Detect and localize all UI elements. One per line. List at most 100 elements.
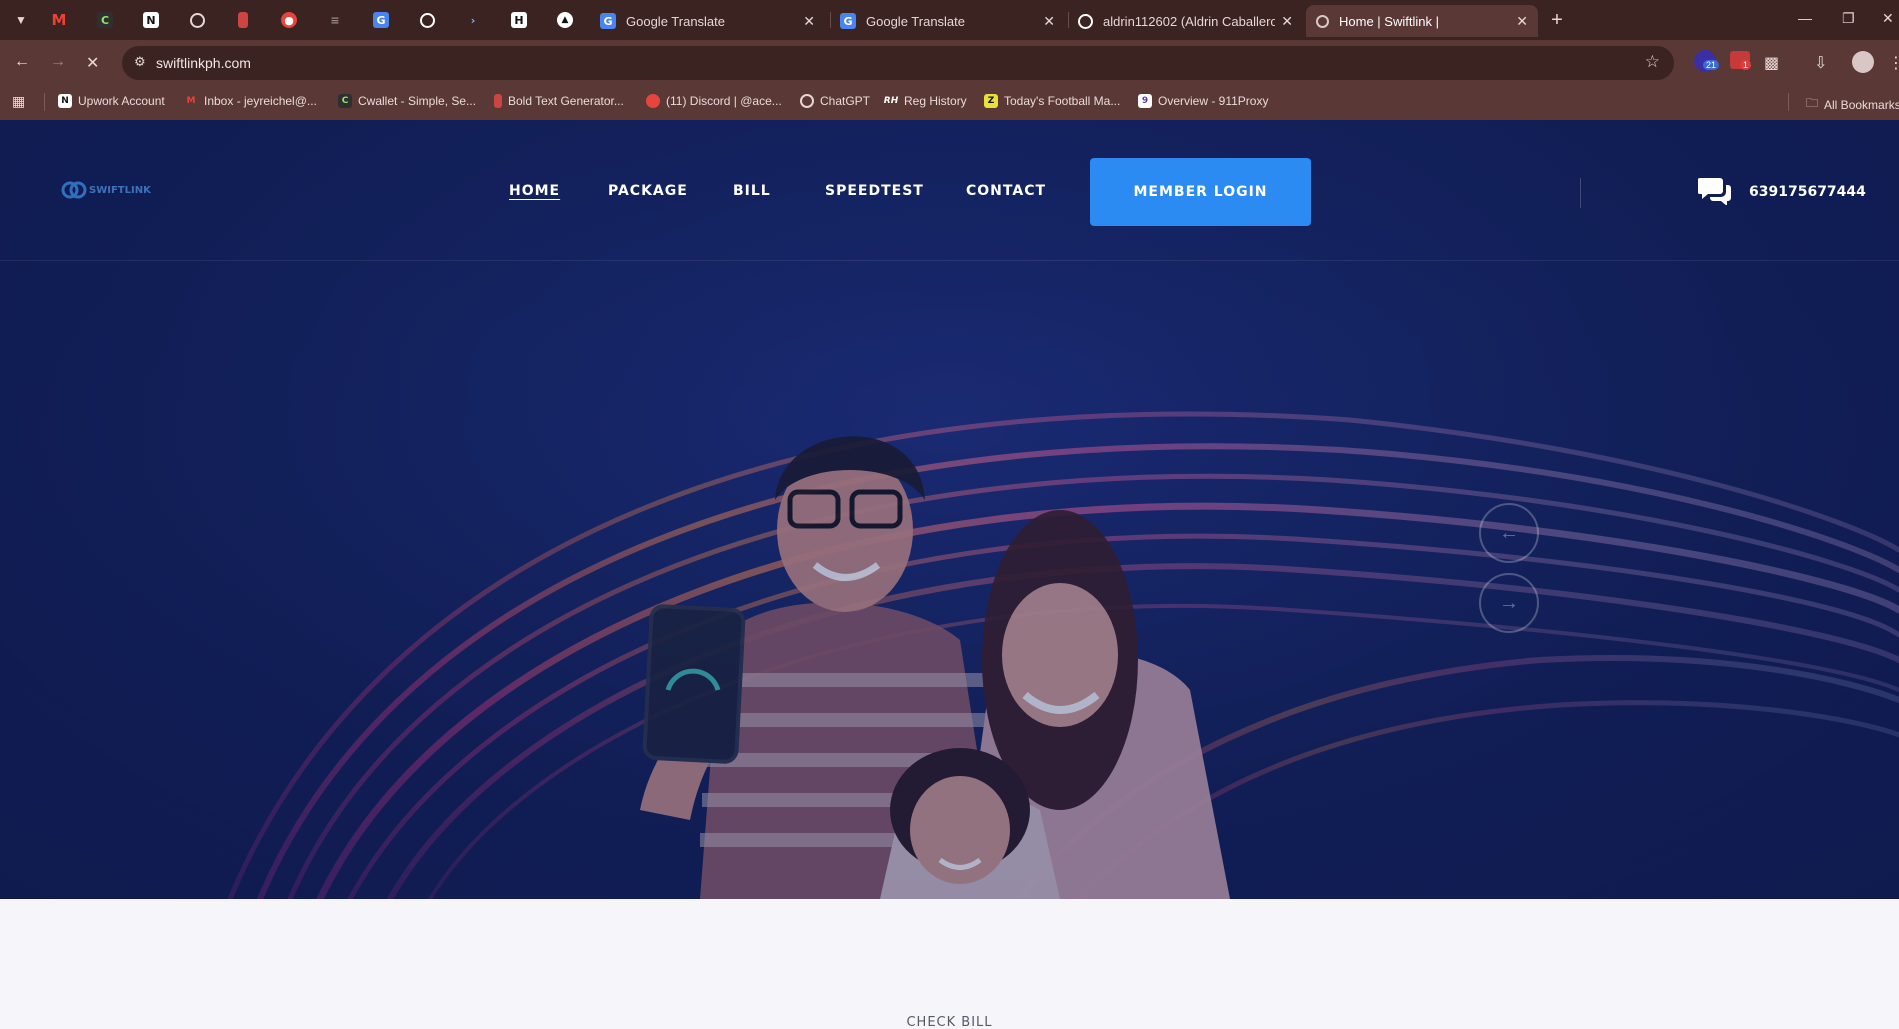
pinned-tab-translate[interactable]: G [360,5,402,35]
github-icon [419,12,435,28]
tab-google-translate-2[interactable]: G Google Translate ✕ [830,5,1065,37]
phone-number[interactable]: 639175677444 [1749,184,1866,200]
nav-contact[interactable]: CONTACT [966,183,1046,199]
book-icon: H [511,12,527,28]
close-icon[interactable]: ✕ [1043,13,1055,30]
slider-prev-button[interactable]: ← [1479,503,1539,563]
folder-icon: 🗀 [1806,96,1819,110]
nav-home[interactable]: HOME [509,183,560,199]
close-window-icon[interactable]: ✕ [1882,10,1894,27]
star-icon[interactable]: ☆ [1645,52,1660,72]
extension-ext-icon[interactable]: 1 [1730,51,1752,70]
pinned-tab-generic-3[interactable]: › [452,5,494,35]
bookmark-label: Bold Text Generator... [508,94,624,108]
download-icon[interactable]: ⇩ [1814,53,1827,73]
chat-bubbles-icon [1698,178,1731,205]
proxy-icon: 9 [1138,94,1152,108]
chevron-down-icon: ▼ [15,13,27,27]
extension-badge: 1 [1740,60,1752,70]
bookmark-label: ChatGPT [820,94,871,108]
bookmark-label: Cwallet - Simple, Se... [358,94,477,108]
gmail-icon: M [51,11,67,29]
notion-icon: N [58,94,72,108]
bookmark-label: Upwork Account [78,94,165,108]
document-icon: ≡ [330,13,340,27]
bookmark-label: Overview - 911Proxy [1158,94,1269,108]
bookmark-item[interactable]: (11) Discord | @ace... [646,94,782,108]
pinned-tab-generic-4[interactable]: H [498,5,540,35]
close-icon[interactable]: ✕ [1516,13,1528,30]
forward-arrow-icon[interactable]: → [50,53,66,71]
bookmark-item[interactable]: RH Reg History [884,94,967,108]
pinned-tab-chatgpt[interactable] [176,5,218,35]
pinned-tab-cwallet[interactable]: C [84,5,126,35]
github-icon [1078,13,1093,29]
tab-search-button[interactable]: ▼ [0,5,42,35]
close-icon[interactable]: ✕ [803,13,815,30]
bookmark-label: Inbox - jeyreichel@... [204,94,317,108]
translate-icon: G [840,13,856,29]
nav-speedtest[interactable]: SPEEDTEST [825,183,924,199]
url-text: swiftlinkph.com [156,55,251,71]
bookmark-label: Reg History [904,94,967,108]
bookmark-item[interactable]: C Cwallet - Simple, Se... [338,94,476,108]
tab-github[interactable]: aldrin112602 (Aldrin Caballero) ✕ [1068,5,1303,37]
new-tab-button[interactable]: + [1536,5,1578,35]
chatgpt-icon [800,94,814,108]
nav-bill[interactable]: BILL [733,183,771,199]
tab-label: aldrin112602 (Aldrin Caballero) [1103,13,1276,29]
pinned-tab-discord[interactable]: ● [268,5,310,35]
loading-icon [1316,14,1329,28]
restore-icon[interactable]: ❐ [1842,10,1855,27]
bookmarks-divider [1788,93,1789,111]
back-arrow-icon[interactable]: ← [14,53,30,71]
tab-google-translate-1[interactable]: G Google Translate ✕ [590,5,825,37]
member-login-label: MEMBER LOGIN [1133,184,1268,200]
pinned-tab-gmail[interactable]: M [38,5,80,35]
translate-icon: G [373,12,389,28]
stop-loading-icon[interactable]: ✕ [86,53,99,73]
all-bookmarks-button[interactable]: 🗀 All Bookmarks [1806,94,1899,115]
browser-tab-strip: ▼ M C N ● ≡ G › H ▲ G Google Translate ✕… [0,0,1899,40]
swiftlink-logo-icon [61,181,87,199]
bookmarks-divider [44,93,45,111]
profile-avatar[interactable] [1852,51,1874,73]
cwallet-icon: C [97,12,113,28]
apps-grid-icon[interactable]: ▦ [12,93,25,110]
rh-icon: RH [883,96,899,106]
pinned-tab-generic[interactable] [222,5,264,35]
hero-section: SWIFTLINK HOME PACKAGE BILL SPEEDTEST CO… [0,120,1899,899]
bookmark-item[interactable]: Bold Text Generator... [494,94,624,108]
discord-icon: ● [281,12,297,28]
pinned-tab-notion[interactable]: N [130,5,172,35]
plus-icon: + [1551,8,1563,31]
slider-next-button[interactable]: → [1479,573,1539,633]
site-logo[interactable]: SWIFTLINK [61,180,151,200]
member-login-button[interactable]: MEMBER LOGIN [1090,158,1311,226]
address-bar[interactable]: ⚙ swiftlinkph.com ☆ [122,46,1674,80]
pinned-tab-github[interactable] [406,5,448,35]
bookmark-item[interactable]: M Inbox - jeyreichel@... [184,94,317,108]
bookmarks-bar: ▦ N Upwork Account M Inbox - jeyreichel@..… [0,85,1899,120]
minimize-icon[interactable]: — [1798,10,1812,26]
pinned-tab-generic-5[interactable]: ▲ [544,5,586,35]
pinned-tab-generic-2[interactable]: ≡ [314,5,356,35]
extension-mail-icon[interactable]: 21 [1694,50,1720,72]
tab-swiftlink-active[interactable]: Home | Swiftlink | ✕ [1306,5,1538,37]
bookmark-label: Today's Football Ma... [1004,94,1121,108]
translate-icon: G [600,13,616,29]
bookmark-icon [238,12,248,28]
chatgpt-icon [189,12,205,28]
extensions-puzzle-icon[interactable]: ▩ [1764,53,1779,73]
bookmark-item[interactable]: 9 Overview - 911Proxy [1138,94,1268,108]
bookmark-item[interactable]: N Upwork Account [58,94,165,108]
bookmark-item[interactable]: Z Today's Football Ma... [984,94,1120,108]
check-bill-section [0,899,1899,1029]
close-icon[interactable]: ✕ [1281,13,1293,30]
cwallet-icon: C [338,94,352,108]
nav-divider [1580,178,1581,208]
menu-kebab-icon[interactable]: ⋮ [1888,53,1899,73]
site-info-icon[interactable]: ⚙ [134,54,146,70]
bookmark-item[interactable]: ChatGPT [800,94,870,108]
nav-package[interactable]: PACKAGE [608,183,688,199]
